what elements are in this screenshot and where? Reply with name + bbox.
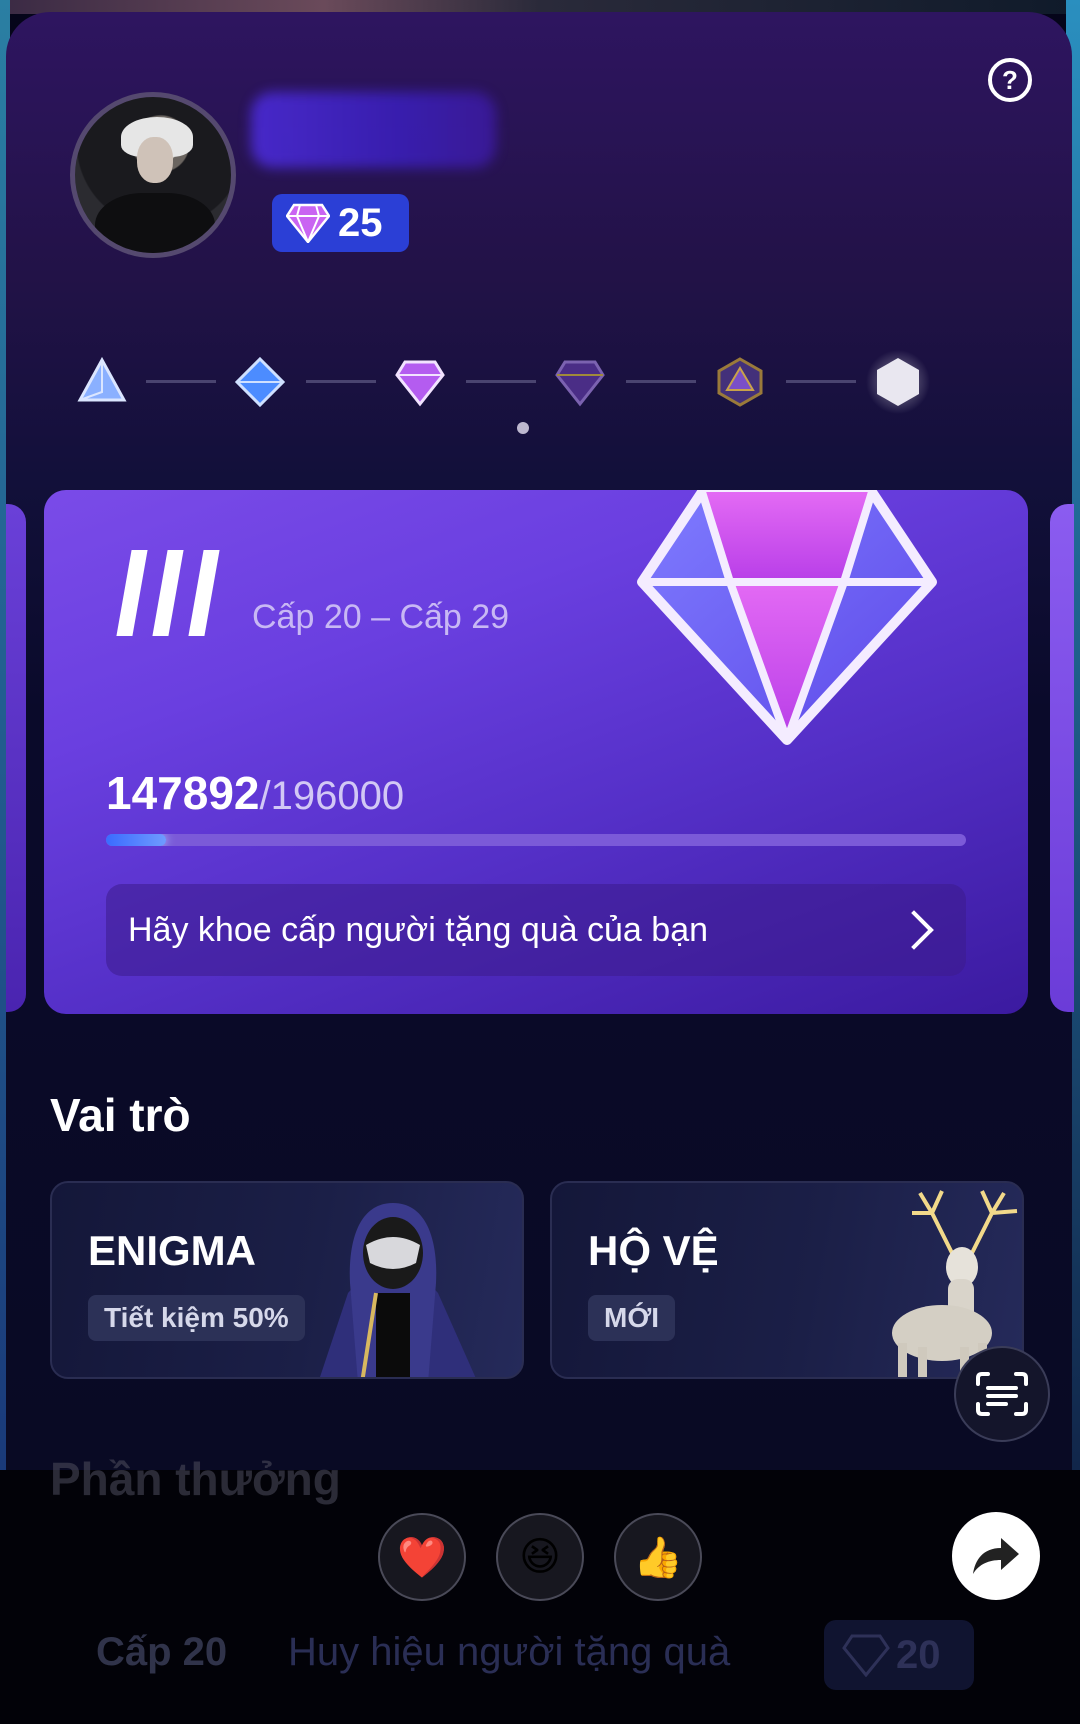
prev-level-card-peek[interactable] [6, 504, 26, 1012]
level-badge: 25 [272, 194, 409, 252]
roles-title: Vai trò [50, 1089, 191, 1141]
progress-fill [106, 834, 167, 846]
rewards-title: Phần thưởng [50, 1453, 341, 1505]
avatar[interactable] [70, 92, 236, 258]
chevron-right-icon [894, 910, 934, 950]
reward-row: Cấp 20 Huy hiệu người tặng quà 20 [96, 1620, 996, 1696]
scan-text-icon [976, 1372, 1028, 1416]
reward-badge-value: 20 [896, 1632, 941, 1677]
scan-text-button[interactable] [954, 1346, 1050, 1442]
avatar-face [137, 137, 173, 183]
tier-4-dark-gem-icon[interactable] [554, 356, 606, 408]
tier-3-pink-diamond-icon[interactable] [394, 356, 446, 408]
reward-level: Cấp 20 [96, 1630, 228, 1674]
tier-connector [306, 380, 376, 383]
role-title: HỘ VỆ [588, 1227, 719, 1274]
tier-connector [466, 380, 536, 383]
numeral-stroke [152, 550, 184, 636]
share-level-button[interactable]: Hãy khoe cấp người tặng quà của bạn [106, 884, 966, 976]
reaction-heart-button[interactable]: ❤️ [378, 1513, 466, 1601]
thumbs-up-icon: 👍 [633, 1535, 683, 1580]
reaction-thumbs-up-button[interactable]: 👍 [614, 1513, 702, 1601]
roman-numeral-three [114, 550, 224, 640]
role-card-enigma[interactable]: ENIGMA Tiết kiệm 50% [50, 1181, 524, 1379]
role-card-guardian[interactable]: HỘ VỆ MỚI [550, 1181, 1024, 1379]
diamond-icon [286, 203, 330, 243]
progress-text: 147892/196000 [106, 766, 404, 820]
tier-1-triangle-icon[interactable] [76, 356, 128, 408]
role-subtitle: MỚI [588, 1295, 675, 1341]
progress-total: /196000 [259, 774, 405, 818]
active-tier-indicator [517, 422, 529, 434]
tier-connector [786, 380, 856, 383]
level-number: 25 [338, 200, 383, 245]
reaction-laugh-button[interactable]: 😆 [496, 1513, 584, 1601]
username-redacted [251, 92, 496, 168]
tier-2-blue-diamond-icon[interactable] [234, 356, 286, 408]
role-title: ENIGMA [88, 1227, 256, 1274]
progress-bar [106, 834, 966, 846]
share-forward-button[interactable] [952, 1512, 1040, 1600]
role-subtitle: Tiết kiệm 50% [88, 1295, 305, 1341]
numeral-stroke [116, 550, 148, 636]
heart-icon: ❤️ [397, 1535, 447, 1580]
tier-progression [76, 342, 1016, 442]
level-card[interactable]: Cấp 20 – Cấp 29 147892/196000 Hãy khoe c… [44, 490, 1028, 1014]
app-root: ? 25 Cấp 20 – Cấp 29 147892/196000 Hãy k… [0, 0, 1080, 1724]
next-level-card-peek[interactable] [1050, 504, 1074, 1012]
tier-connector [146, 380, 216, 383]
tier-connector [626, 380, 696, 383]
pink-diamond-icon [637, 490, 937, 745]
question-circle-icon[interactable]: ? [988, 58, 1032, 102]
reward-description: Huy hiệu người tặng quà [288, 1630, 731, 1674]
share-arrow-icon [973, 1538, 1019, 1574]
avatar-body [95, 193, 215, 253]
tier-6-white-hexagon-icon[interactable] [866, 350, 930, 414]
reward-badge: 20 [824, 1620, 974, 1690]
numeral-stroke [188, 550, 220, 636]
progress-current: 147892 [106, 767, 260, 819]
share-level-label: Hãy khoe cấp người tặng quà của bạn [128, 910, 709, 949]
masked-figure-icon [320, 1203, 476, 1377]
level-range: Cấp 20 – Cấp 29 [252, 598, 510, 636]
laughing-face-icon: 😆 [519, 1535, 561, 1579]
diamond-icon [842, 1634, 890, 1677]
tier-5-hex-gem-icon[interactable] [714, 356, 766, 408]
